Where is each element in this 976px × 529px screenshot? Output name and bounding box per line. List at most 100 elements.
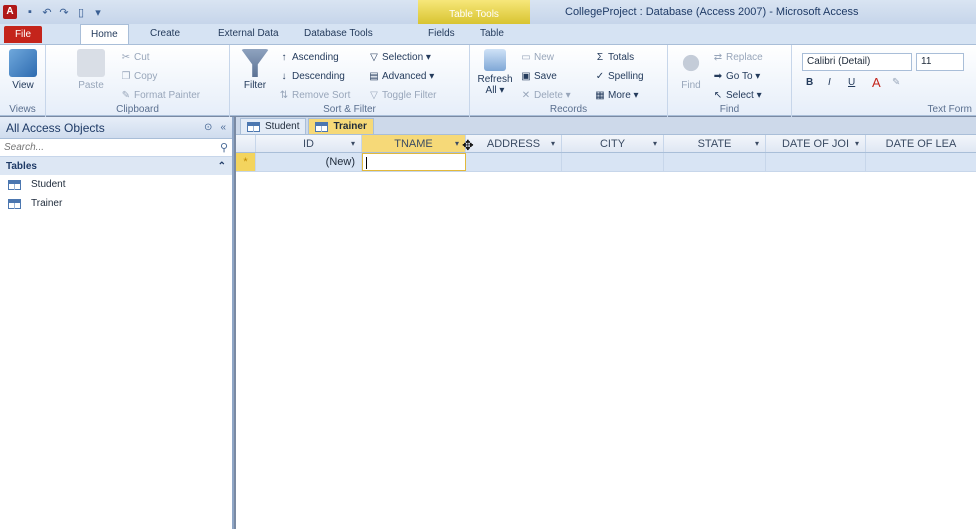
dropdown-arrow-icon[interactable]: ▾ <box>755 139 759 148</box>
save-record-icon: ▣ <box>521 71 531 82</box>
nav-item-trainer[interactable]: Trainer <box>0 194 232 213</box>
select-all-corner[interactable] <box>236 135 256 152</box>
font-color-icon[interactable]: A <box>872 75 881 90</box>
dropdown-arrow-icon[interactable]: ▾ <box>855 139 859 148</box>
move-cursor-icon: ✥ <box>462 137 474 153</box>
font-size-field[interactable]: 11 <box>916 53 964 71</box>
save-icon[interactable]: ▪ <box>23 6 37 18</box>
title-bar: A ▪ ↶ ↷ ▯ ▾ Table Tools CollegeProject :… <box>0 0 976 24</box>
select-button[interactable]: ↖ Select ▾ <box>712 90 762 101</box>
column-header-city[interactable]: CITY ▾ <box>562 135 664 152</box>
advanced-button[interactable]: ▤ Advanced ▾ <box>368 71 434 82</box>
navigation-pane: All Access Objects ⊙ « ⚲ Tables ⌃ Studen… <box>0 117 234 529</box>
cell-state[interactable] <box>664 153 766 171</box>
cut-button[interactable]: ✂ Cut <box>120 52 150 63</box>
tab-file[interactable]: File <box>4 26 42 43</box>
save-record-button[interactable]: ▣ Save <box>520 71 557 82</box>
remove-sort-button[interactable]: ⇅ Remove Sort <box>278 90 351 101</box>
nav-menu-chevron-icon[interactable]: ⊙ <box>204 122 212 133</box>
dropdown-arrow-icon[interactable]: ▾ <box>351 139 355 148</box>
collapse-group-icon[interactable]: ⌃ <box>218 161 226 172</box>
toggle-filter-button[interactable]: ▽ Toggle Filter <box>368 90 436 101</box>
cell-date-of-leaving[interactable] <box>866 153 976 171</box>
sort-ascending-icon: ↑ <box>281 52 287 63</box>
more-button[interactable]: ▦ More ▾ <box>594 90 638 101</box>
new-doc-icon[interactable]: ▯ <box>74 6 88 19</box>
column-header-date-of-joining[interactable]: DATE OF JOI ▾ <box>766 135 866 152</box>
replace-button[interactable]: ⇄ Replace <box>712 52 763 63</box>
column-header-id[interactable]: ID ▾ <box>256 135 362 152</box>
cell-tname-editing[interactable] <box>362 153 466 171</box>
quick-access-toolbar: ▪ ↶ ↷ ▯ ▾ <box>23 6 105 19</box>
replace-icon: ⇄ <box>713 52 723 63</box>
spelling-button[interactable]: ✓ Spelling <box>594 71 644 82</box>
nav-group-tables[interactable]: Tables ⌃ <box>0 157 232 175</box>
bold-button[interactable]: B <box>806 77 813 88</box>
ascending-button[interactable]: ↑ Ascending <box>278 52 339 63</box>
column-header-tname[interactable]: TNAME ▾ <box>362 135 466 152</box>
brush-icon: ✎ <box>121 90 131 101</box>
cell-date-of-joining[interactable] <box>766 153 866 171</box>
refresh-icon <box>484 49 506 71</box>
ribbon: View Views Paste ✂ Cut ❐ Copy ✎ Format Pain… <box>0 44 976 117</box>
nav-item-student[interactable]: Student <box>0 175 232 194</box>
text-formatting-group: Calibri (Detail) 11 B I U A ✎ Text Form <box>792 45 976 117</box>
clipboard-group: Paste ✂ Cut ❐ Copy ✎ Format Painter Clipboa… <box>46 45 230 117</box>
font-name-field[interactable]: Calibri (Detail) <box>802 53 912 71</box>
highlight-icon[interactable]: ✎ <box>892 77 900 88</box>
new-record-button[interactable]: ▭ New <box>520 52 554 63</box>
underline-button[interactable]: U <box>848 77 855 88</box>
view-button[interactable]: View <box>4 49 42 91</box>
copy-button[interactable]: ❐ Copy <box>120 71 158 82</box>
refresh-all-button[interactable]: Refresh All ▾ <box>476 49 514 96</box>
remove-sort-icon: ⇅ <box>279 90 289 101</box>
tab-table[interactable]: Table <box>480 28 504 39</box>
selection-button[interactable]: ▽ Selection ▾ <box>368 52 431 63</box>
spelling-icon: ✓ <box>595 71 605 82</box>
undo-icon[interactable]: ↶ <box>40 6 54 19</box>
tab-home[interactable]: Home <box>80 24 129 44</box>
paste-button[interactable]: Paste <box>72 49 110 91</box>
toggle-filter-icon: ▽ <box>370 90 378 101</box>
tab-database-tools[interactable]: Database Tools <box>304 28 373 39</box>
cell-id[interactable]: (New) <box>256 153 362 171</box>
dropdown-arrow-icon[interactable]: ▾ <box>455 139 459 148</box>
sort-descending-icon: ↓ <box>281 71 287 82</box>
advanced-filter-icon: ▤ <box>369 71 379 82</box>
delete-record-button[interactable]: ✕ Delete ▾ <box>520 90 571 101</box>
access-logo-icon[interactable]: A <box>3 5 17 19</box>
totals-button[interactable]: Σ Totals <box>594 52 634 63</box>
find-button[interactable]: Find <box>672 49 710 91</box>
tab-fields[interactable]: Fields <box>428 28 455 39</box>
customize-toolbar-icon[interactable]: ▾ <box>91 6 105 19</box>
column-header-date-of-leaving[interactable]: DATE OF LEA <box>866 135 976 152</box>
cell-address[interactable] <box>466 153 562 171</box>
new-record-marker-icon[interactable]: * <box>236 153 256 171</box>
new-record-row[interactable]: * (New) <box>236 153 976 172</box>
cell-city[interactable] <box>562 153 664 171</box>
shutter-bar-close-icon[interactable]: « <box>220 122 226 133</box>
goto-button[interactable]: ➡ Go To ▾ <box>712 71 761 82</box>
column-header-address[interactable]: ADDRESS ▾ <box>466 135 562 152</box>
redo-icon[interactable]: ↷ <box>57 6 71 19</box>
sigma-icon: Σ <box>596 52 604 63</box>
nav-pane-header[interactable]: All Access Objects ⊙ « <box>0 117 232 139</box>
tab-create[interactable]: Create <box>150 28 180 39</box>
italic-button[interactable]: I <box>828 77 831 88</box>
search-icon[interactable]: ⚲ <box>216 141 232 154</box>
dropdown-arrow-icon[interactable]: ▾ <box>551 139 555 148</box>
copy-icon: ❐ <box>121 71 131 82</box>
column-header-state[interactable]: STATE ▾ <box>664 135 766 152</box>
tab-external-data[interactable]: External Data <box>218 28 279 39</box>
format-painter-button[interactable]: ✎ Format Painter <box>120 90 200 101</box>
doc-tab-student[interactable]: Student <box>240 118 307 134</box>
new-record-icon: ▭ <box>521 52 531 63</box>
descending-button[interactable]: ↓ Descending <box>278 71 345 82</box>
table-icon <box>8 179 21 190</box>
filter-button[interactable]: Filter <box>236 49 274 91</box>
nav-pane-title: All Access Objects <box>6 120 105 135</box>
nav-search-input[interactable] <box>0 139 216 156</box>
dropdown-arrow-icon[interactable]: ▾ <box>653 139 657 148</box>
doc-tab-trainer[interactable]: Trainer <box>308 118 374 134</box>
nav-search-bar: ⚲ <box>0 139 232 157</box>
